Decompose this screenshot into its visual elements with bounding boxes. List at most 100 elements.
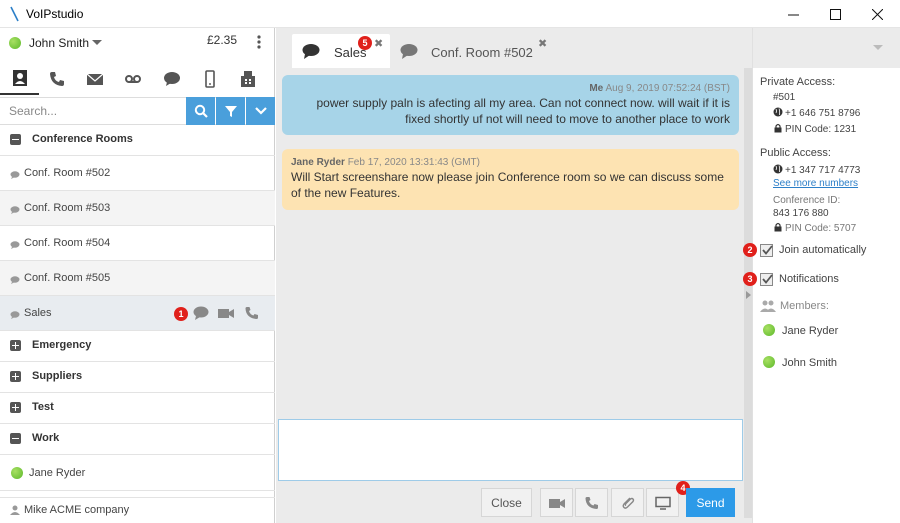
close-tab-icon[interactable]: ✖	[374, 37, 383, 50]
message-meta: Jane Ryder Feb 17, 2020 13:31:43 (GMT)	[291, 157, 730, 168]
tab-messages[interactable]	[75, 63, 114, 95]
voice-call-button[interactable]	[575, 488, 608, 517]
group-emergency[interactable]: Emergency	[0, 331, 275, 362]
contacts-icon	[12, 70, 27, 86]
notifications-label: Notifications	[779, 273, 839, 285]
lock-icon	[774, 123, 782, 133]
public-pin-row: PIN Code: 5707	[773, 222, 856, 234]
monitor-icon	[654, 496, 671, 510]
company-footer: Mike ACME company	[0, 497, 275, 523]
collapse-icon[interactable]	[10, 134, 21, 145]
online-status-icon	[763, 324, 775, 336]
close-icon	[871, 8, 883, 20]
message-text: power supply paln is afecting all my are…	[316, 96, 730, 126]
chat-bubble-icon	[10, 171, 20, 179]
phone-icon	[49, 72, 64, 86]
expand-icon[interactable]	[10, 371, 21, 382]
list-item-label: Jane Ryder	[29, 467, 86, 479]
chat-bubble-icon	[10, 276, 20, 284]
chat-bubble-icon	[10, 241, 20, 249]
public-phone-row: +1 347 717 4773	[773, 164, 860, 176]
list-item-label: Conf. Room #504	[24, 237, 111, 249]
tab-voicemail[interactable]	[113, 63, 152, 95]
screenshare-button[interactable]	[646, 488, 679, 517]
company-name: Mike ACME company	[24, 504, 130, 516]
list-item-label: Conf. Room #502	[24, 167, 111, 179]
list-item-conf-503[interactable]: Conf. Room #503	[0, 191, 275, 226]
member-item[interactable]: Jane Ryder	[763, 322, 900, 342]
tab-calls[interactable]	[37, 63, 76, 95]
message-input[interactable]	[279, 420, 742, 480]
chevron-down-icon[interactable]	[92, 40, 102, 45]
filter-button[interactable]	[216, 97, 245, 125]
user-bar: John Smith £2.35	[0, 28, 275, 58]
group-test[interactable]: Test	[0, 393, 275, 424]
group-suppliers[interactable]: Suppliers	[0, 362, 275, 393]
search-input[interactable]	[0, 98, 186, 124]
chat-panel: Sales 5 ✖ Conf. Room #502 ✖ Me Aug 9, 20…	[276, 28, 752, 523]
close-tab-icon[interactable]: ✖	[538, 37, 547, 50]
close-window-button[interactable]	[854, 0, 900, 28]
message-history: Me Aug 9, 2019 07:52:24 (BST) power supp…	[276, 68, 744, 418]
close-button[interactable]: Close	[481, 488, 532, 517]
group-conference-rooms[interactable]: Conference Rooms	[0, 125, 275, 156]
envelope-icon	[86, 73, 103, 85]
public-phone: +1 347 717 4773	[785, 165, 861, 176]
minimize-icon	[787, 14, 799, 15]
attach-file-button[interactable]	[611, 488, 644, 517]
members-header: Members:	[753, 296, 900, 316]
online-status-icon	[9, 37, 21, 49]
group-work[interactable]: Work	[0, 424, 275, 455]
chat-bubble-icon[interactable]	[193, 306, 209, 320]
list-item-conf-504[interactable]: Conf. Room #504	[0, 226, 275, 261]
list-item-sales[interactable]: Sales 1	[0, 296, 275, 331]
room-details-panel: Private Access: #501 +1 646 751 8796 PIN…	[743, 28, 900, 523]
details-toggle[interactable]	[744, 68, 752, 518]
member-item[interactable]: John Smith	[763, 354, 900, 374]
search-icon	[194, 104, 208, 118]
expand-icon[interactable]	[10, 402, 21, 413]
tab-contacts[interactable]	[0, 63, 39, 95]
video-camera-icon[interactable]	[218, 306, 234, 320]
phone-icon[interactable]	[244, 306, 260, 320]
message-compose	[278, 419, 743, 481]
expand-button[interactable]	[246, 97, 275, 125]
minimize-button[interactable]	[770, 0, 816, 28]
expand-icon[interactable]	[10, 340, 21, 351]
tab-conf-room-502[interactable]: Conf. Room #502 ✖	[390, 34, 550, 68]
tab-sales[interactable]: Sales 5 ✖	[292, 34, 390, 68]
window-title: VoIPstudio	[26, 7, 84, 21]
chevron-down-icon[interactable]	[873, 45, 883, 50]
globe-icon	[773, 164, 783, 174]
group-label: Emergency	[32, 339, 92, 351]
join-automatically-checkbox[interactable]	[760, 244, 773, 257]
phone-icon	[585, 496, 598, 509]
tab-devices[interactable]	[190, 63, 229, 95]
kebab-menu-icon[interactable]	[256, 34, 262, 50]
search-button[interactable]	[186, 97, 215, 125]
tab-chat[interactable]	[152, 63, 191, 95]
private-access-title: Private Access:	[760, 76, 836, 88]
list-item-conf-502[interactable]: Conf. Room #502	[0, 156, 275, 191]
public-access-title: Public Access:	[760, 147, 831, 159]
lock-icon	[774, 222, 782, 232]
message-time: Feb 17, 2020 13:31:43 (GMT)	[347, 157, 480, 168]
notifications-checkbox[interactable]	[760, 273, 773, 286]
members-label: Members:	[780, 300, 829, 312]
send-button[interactable]: Send	[686, 488, 735, 517]
tab-fax[interactable]	[228, 63, 267, 95]
maximize-button[interactable]	[812, 0, 858, 28]
list-item-conf-505[interactable]: Conf. Room #505	[0, 261, 275, 296]
account-balance: £2.35	[207, 33, 238, 47]
list-item-label: Sales	[24, 307, 52, 319]
chat-tabs: Sales 5 ✖ Conf. Room #502 ✖	[276, 28, 752, 68]
list-item-jane-ryder[interactable]: Jane Ryder	[0, 455, 275, 491]
user-name[interactable]: John Smith	[29, 36, 89, 50]
contact-list: Conference Rooms Conf. Room #502 Conf. R…	[0, 125, 275, 491]
collapse-icon[interactable]	[10, 433, 21, 444]
annotation-marker-5: 5	[358, 36, 372, 50]
video-call-button[interactable]	[540, 488, 573, 517]
mobile-phone-icon	[204, 70, 215, 88]
see-more-numbers-link[interactable]: See more numbers	[773, 178, 858, 189]
message-sender: Me	[589, 83, 604, 94]
